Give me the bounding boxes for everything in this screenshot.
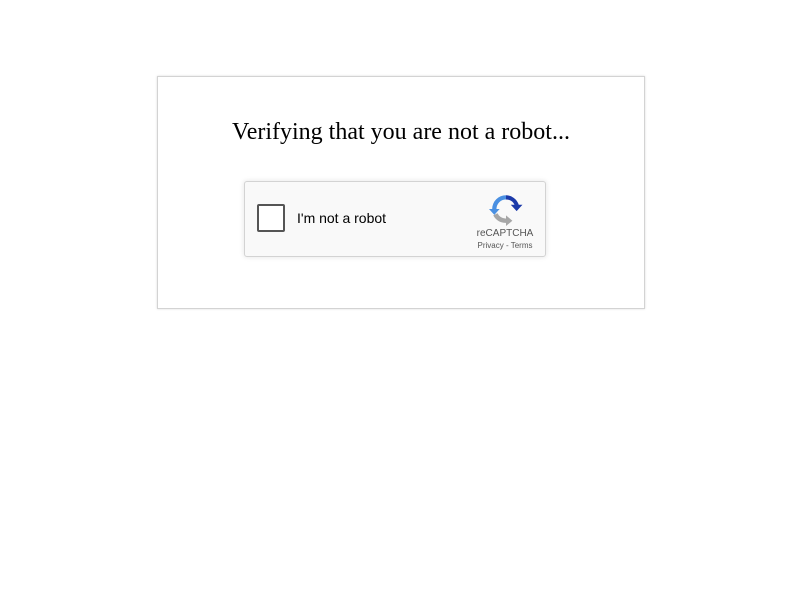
recaptcha-brand: reCAPTCHA (476, 228, 534, 239)
recaptcha-links: Privacy - Terms (467, 241, 543, 251)
recaptcha-logo-icon (489, 195, 523, 226)
verification-panel: Verifying that you are not a robot... I'… (157, 76, 645, 309)
recaptcha-checkbox-label[interactable]: I'm not a robot (297, 209, 386, 227)
privacy-link[interactable]: Privacy (478, 241, 504, 250)
terms-link[interactable]: Terms (511, 241, 533, 250)
links-separator: - (505, 241, 509, 250)
recaptcha-checkbox[interactable] (257, 204, 285, 232)
recaptcha-widget: I'm not a robot reCAPTCHA Privacy - Term… (244, 181, 546, 257)
page-title: Verifying that you are not a robot... (232, 119, 570, 145)
